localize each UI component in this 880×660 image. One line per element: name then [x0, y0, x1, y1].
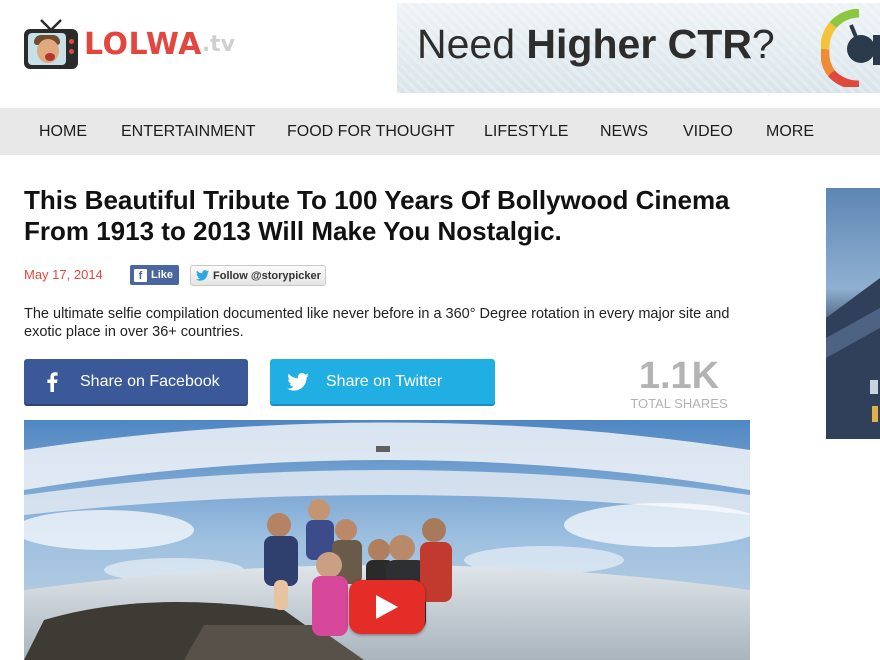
nav-item-video[interactable]: VIDEO — [683, 108, 733, 155]
share-on-twitter-button[interactable]: Share on Twitter — [270, 359, 495, 404]
play-icon[interactable] — [349, 580, 425, 634]
twitter-bird-icon — [196, 270, 209, 281]
share-on-twitter-label: Share on Twitter — [326, 372, 443, 390]
facebook-like-button[interactable]: f Like — [130, 265, 179, 285]
header-ad-banner[interactable]: Need Higher CTR? — [397, 3, 880, 93]
twitter-follow-label: Follow @storypicker — [213, 269, 321, 282]
logo-tld: .tv — [201, 31, 236, 57]
sidebar-ad-image — [826, 278, 880, 439]
twitter-bird-icon — [270, 372, 326, 391]
gauge-icon — [821, 9, 880, 87]
sidebar-ad[interactable] — [826, 188, 880, 439]
site-logo[interactable]: LOLWA .tv — [24, 18, 235, 70]
tv-icon — [24, 19, 78, 69]
share-on-facebook-label: Share on Facebook — [80, 372, 220, 390]
twitter-follow-button[interactable]: Follow @storypicker — [190, 265, 326, 286]
article-summary: The ultimate selfie compilation document… — [24, 306, 730, 340]
total-shares-label: TOTAL SHARES — [630, 396, 728, 411]
nav-item-more[interactable]: MORE — [766, 108, 814, 155]
ad-text-bold: Higher CTR — [526, 21, 752, 67]
nav-item-news[interactable]: NEWS — [600, 108, 648, 155]
page: LOLWA .tv Need Higher CTR? HOME ENTERTAIN… — [0, 0, 880, 660]
share-on-facebook-button[interactable]: Share on Facebook — [24, 359, 248, 404]
nav-item-food-for-thought[interactable]: FOOD FOR THOUGHT — [287, 108, 455, 155]
facebook-f-icon: f — [134, 268, 147, 282]
logo-name: LOLWA — [84, 26, 202, 62]
facebook-like-label: Like — [151, 269, 174, 281]
main-nav: HOME ENTERTAINMENT FOOD FOR THOUGHT LIFE… — [0, 108, 880, 155]
nav-item-entertainment[interactable]: ENTERTAINMENT — [121, 108, 256, 155]
video-player[interactable] — [24, 420, 750, 660]
ad-headline: Need Higher CTR? — [417, 21, 775, 68]
article-title: This Beautiful Tribute To 100 Years Of B… — [24, 185, 730, 246]
nav-item-lifestyle[interactable]: LIFESTYLE — [484, 108, 568, 155]
facebook-f-icon — [24, 371, 80, 392]
site-header: LOLWA .tv Need Higher CTR? — [0, 0, 880, 108]
total-shares-count: 1.1K — [638, 355, 720, 397]
ad-text-light: Need — [417, 21, 527, 67]
article-date: May 17, 2014 — [24, 267, 103, 282]
ad-text-end: ? — [751, 21, 775, 67]
nav-item-home[interactable]: HOME — [39, 108, 87, 155]
